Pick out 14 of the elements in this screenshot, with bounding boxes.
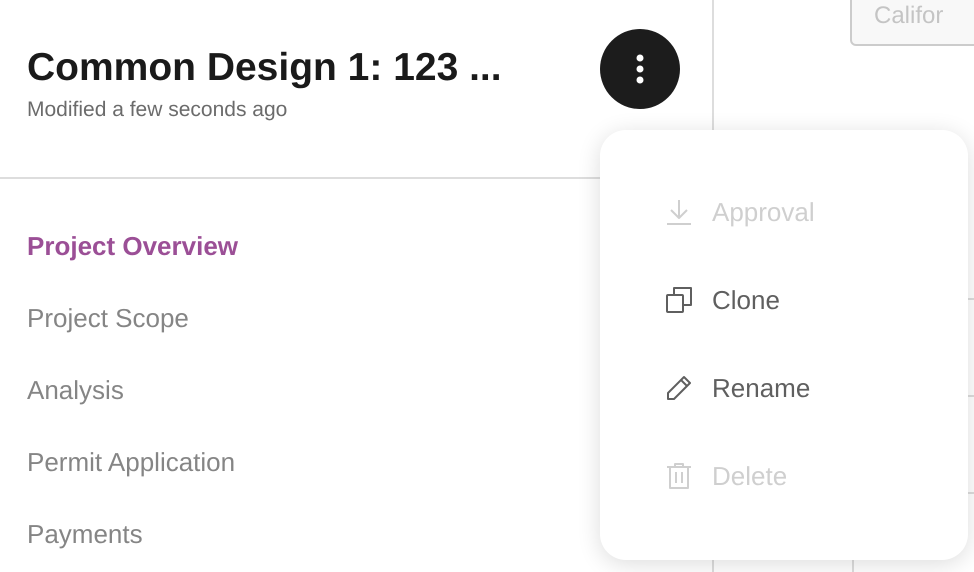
- nav-link[interactable]: Project Overview: [27, 229, 238, 263]
- nav-link[interactable]: Payments: [27, 517, 143, 551]
- menu-item[interactable]: Clone: [600, 256, 968, 344]
- document-title: Common Design 1: 123 ...: [27, 45, 502, 91]
- modified-time: Modified a few seconds ago: [27, 98, 288, 122]
- nav-link[interactable]: Analysis: [27, 373, 124, 407]
- download-icon: [664, 197, 694, 227]
- pencil-icon: [664, 373, 694, 403]
- more-icon: [636, 54, 644, 84]
- nav-link[interactable]: Permit Application: [27, 445, 236, 479]
- menu-item[interactable]: Rename: [600, 344, 968, 432]
- nav-link[interactable]: Project Scope: [27, 301, 189, 335]
- trash-icon: [664, 461, 694, 491]
- copy-icon: [664, 285, 694, 315]
